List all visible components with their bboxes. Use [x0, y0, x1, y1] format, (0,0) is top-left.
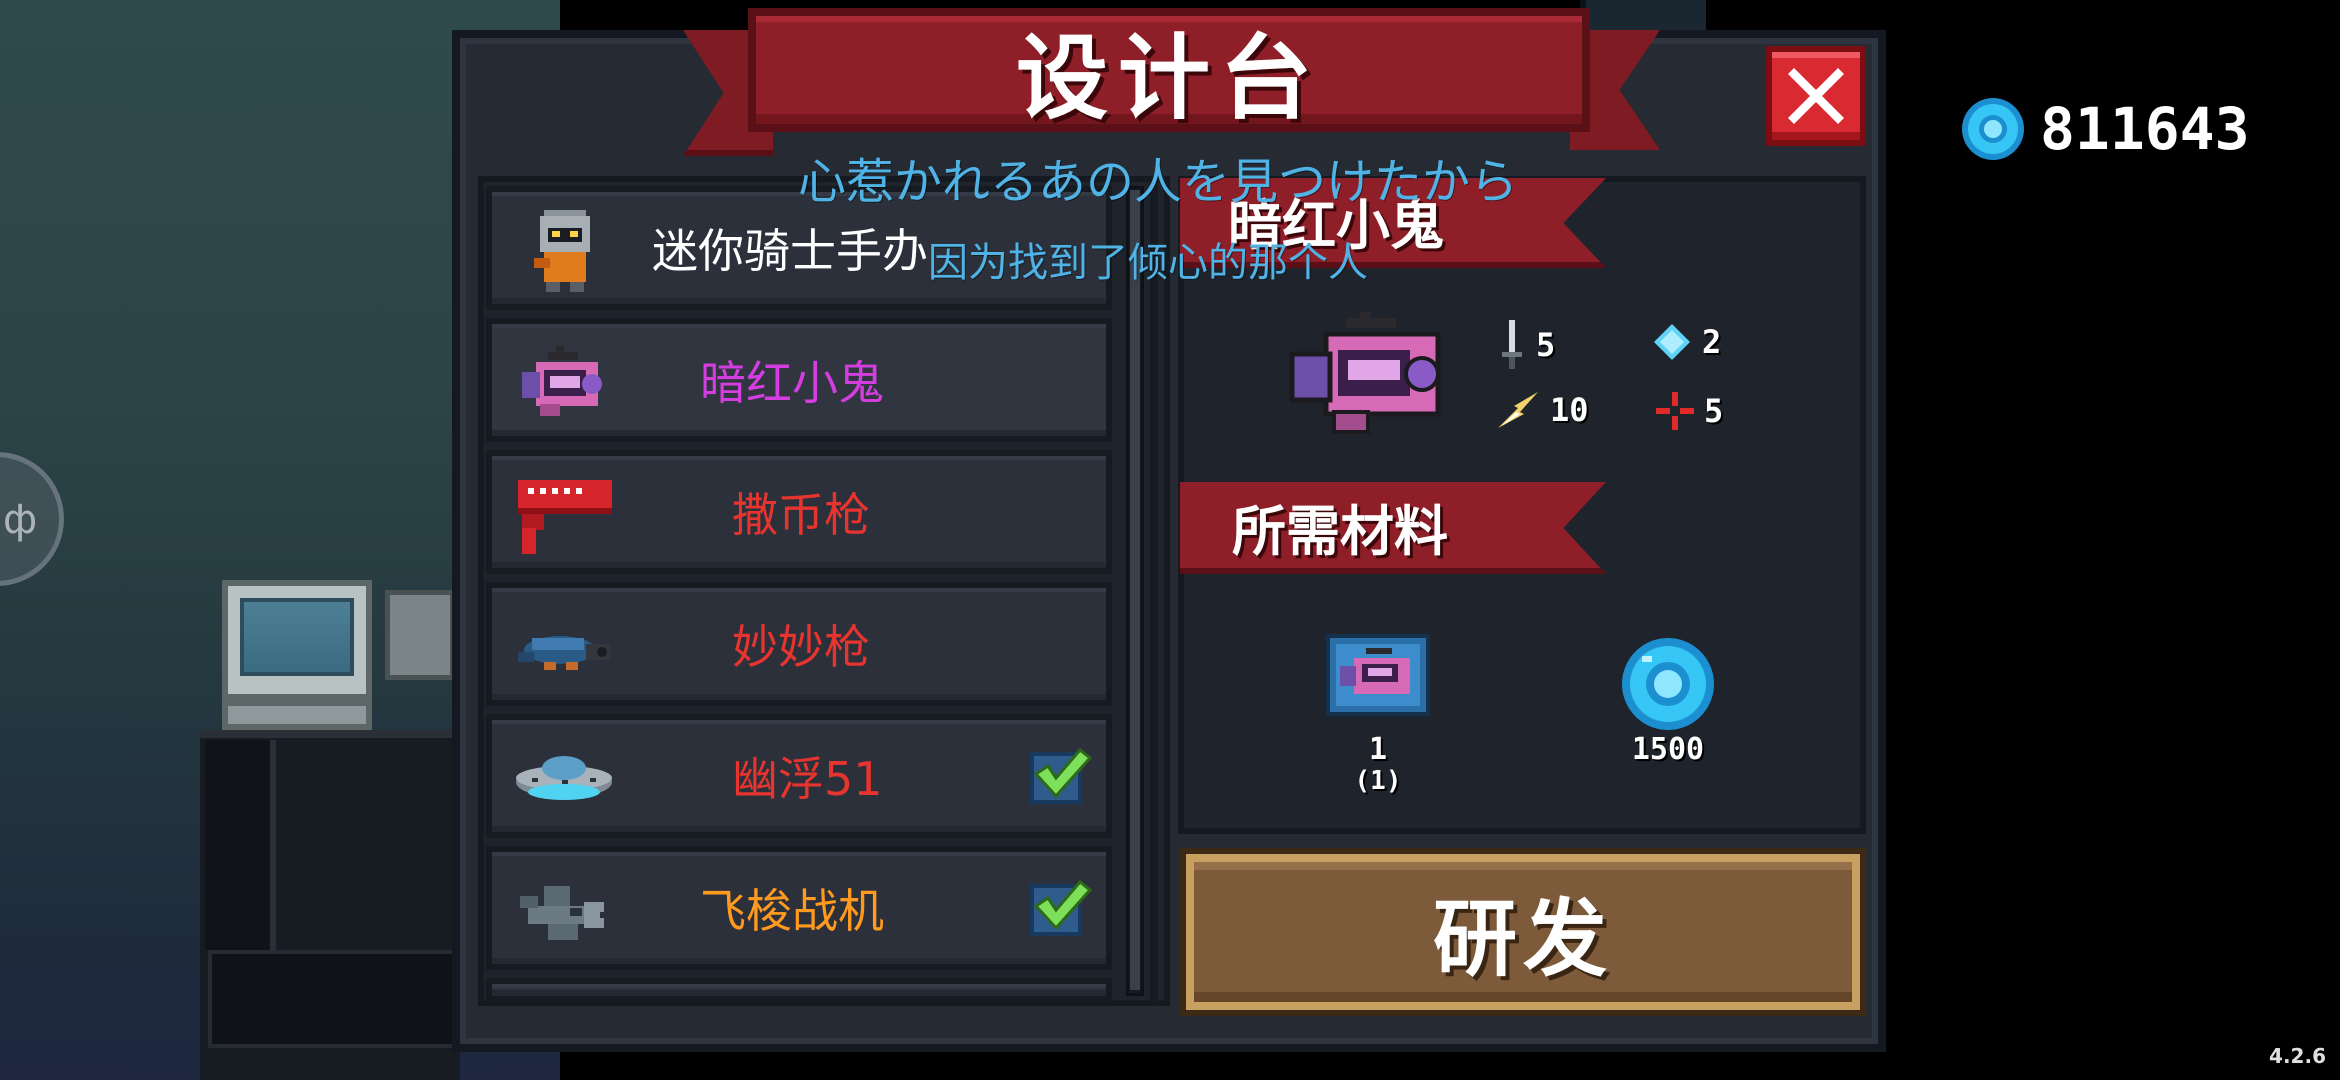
close-button[interactable]: [1766, 46, 1866, 146]
list-item-label: 撒币枪: [732, 488, 870, 542]
stat-damage: 5: [1498, 320, 1555, 370]
stat-damage-value: 5: [1536, 326, 1556, 364]
list-item-coin-gun[interactable]: 撒币枪: [486, 450, 1112, 574]
side-handle-icon: ф: [3, 497, 38, 543]
mini-knight-figure-icon: [534, 210, 590, 292]
panel-title: 设计台: [1015, 24, 1322, 132]
stat-accuracy: 5: [1656, 392, 1723, 430]
list-item-partial[interactable]: [486, 978, 1112, 1002]
crosshair-icon: [1656, 392, 1694, 430]
sword-icon: [1502, 320, 1522, 369]
background-pillar: [205, 740, 276, 950]
currency-value: 811643: [2040, 95, 2250, 163]
checkmark-icon: [1033, 747, 1092, 798]
red-coin-gun-icon: [518, 480, 612, 554]
blue-gem-coin-icon: [1622, 638, 1714, 730]
background-monitor: [222, 580, 372, 700]
subtitle-chinese: 因为找到了倾心的那个人: [928, 240, 1368, 286]
game-screen: ф 设计台 811643 迷你骑士手办 暗红小鬼 撒币枪 妙妙枪 幽浮51 飞梭…: [0, 0, 2340, 1080]
version-label: 4.2.6: [2269, 1044, 2326, 1068]
list-item-miao-gun[interactable]: 妙妙枪: [486, 582, 1112, 706]
owned-checkbox: [1030, 879, 1092, 936]
list-item-shuttle-fighter[interactable]: 飞梭战机: [486, 846, 1112, 970]
material-gem-count: 1500: [1631, 732, 1705, 767]
stat-crit: 10: [1496, 390, 1589, 430]
list-item-label: 飞梭战机: [700, 884, 884, 938]
background-drawer: [208, 950, 466, 1048]
turtle-gun-icon: [518, 636, 610, 670]
monitor-base: [222, 700, 372, 730]
ufo-icon: [516, 756, 612, 800]
crit-bolt-icon: [1498, 392, 1538, 428]
blueprint-icon: [1326, 634, 1430, 716]
list-scroll-thumb[interactable]: [1130, 190, 1140, 990]
stat-accuracy-value: 5: [1704, 392, 1724, 430]
pink-camera-gun-icon: [522, 346, 602, 416]
owned-checkbox: [1030, 747, 1092, 804]
list-item-ufo51[interactable]: 幽浮51: [486, 714, 1112, 838]
blue-gem-coin-icon: [1962, 98, 2024, 160]
list-item-label: 幽浮51: [732, 752, 883, 806]
subtitle-japanese: 心惹かれるあの人を見つけたから: [798, 154, 1519, 210]
materials-title: 所需材料: [1232, 499, 1448, 563]
title-banner: 设计台: [748, 8, 1590, 132]
fighter-jet-icon: [520, 886, 610, 940]
currency-display: 811643: [1960, 92, 2250, 166]
material-blueprint-owned: (1): [1354, 766, 1402, 796]
monitor-screen: [240, 598, 354, 676]
checkmark-icon: [1033, 879, 1092, 930]
list-item-label: 暗红小鬼: [700, 356, 884, 410]
item-preview-image: [1289, 312, 1441, 434]
list-divider: [1150, 176, 1158, 1006]
stat-energy-value: 2: [1702, 323, 1722, 361]
close-icon: [1788, 68, 1844, 124]
energy-crystal-icon: [1654, 324, 1690, 360]
stat-energy: 2: [1652, 322, 1721, 362]
list-item-label: 妙妙枪: [732, 620, 870, 674]
research-button[interactable]: 研发: [1186, 854, 1860, 1010]
material-blueprint-count: 1: [1368, 732, 1388, 767]
list-item-dark-red-imp[interactable]: 暗红小鬼: [486, 318, 1112, 442]
background-device: [385, 590, 455, 680]
stat-crit-value: 10: [1550, 391, 1589, 429]
